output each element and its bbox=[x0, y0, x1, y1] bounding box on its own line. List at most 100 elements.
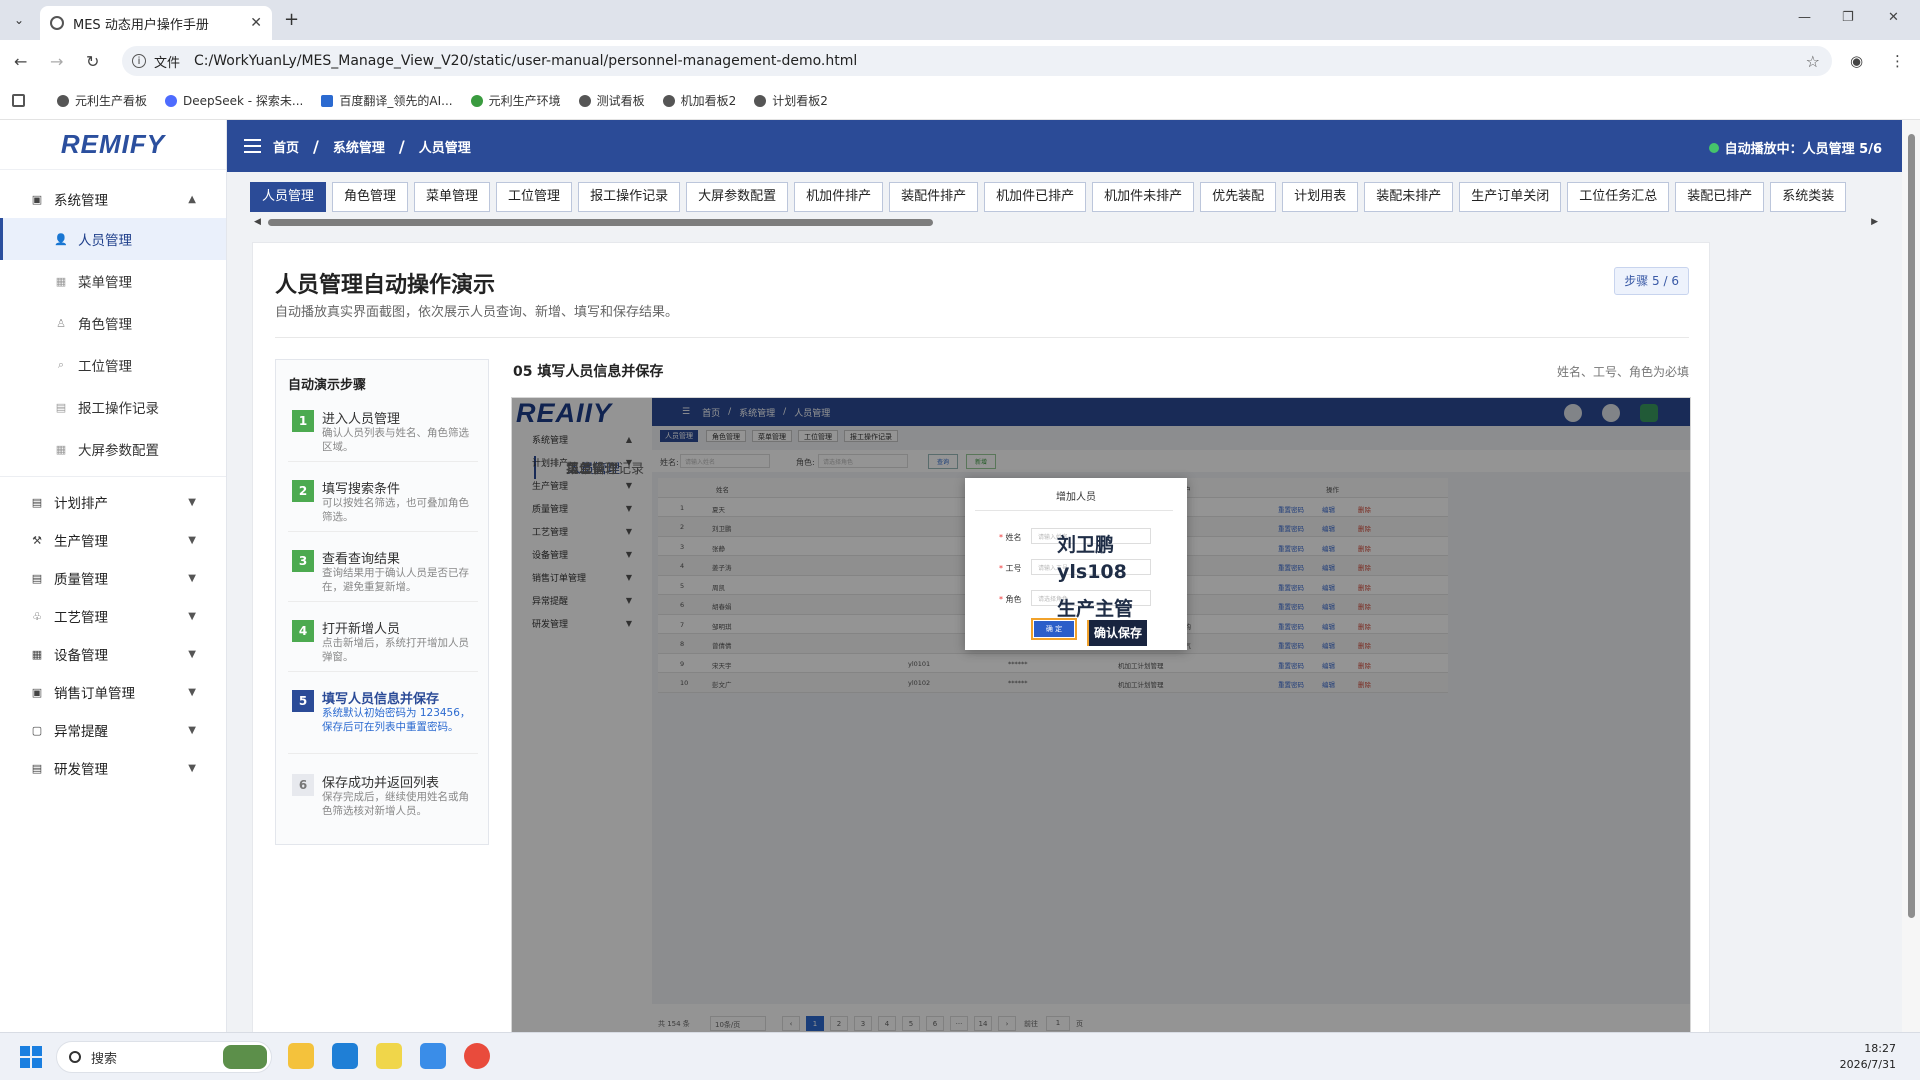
document-icon: ▤ bbox=[31, 571, 43, 585]
dialog-title: 增加人员 bbox=[1056, 492, 1096, 503]
step-title: 打开新增人员 bbox=[322, 622, 401, 637]
step-desc: 确认人员列表与姓名、角色筛选区域。 bbox=[322, 427, 469, 453]
sidebar-group-alerts[interactable]: ▢ 异常提醒 ▼ bbox=[0, 711, 226, 749]
new-tab-icon[interactable]: + bbox=[284, 9, 299, 30]
bookmark-item[interactable]: 元利生产看板 bbox=[57, 92, 147, 109]
step-item[interactable]: 3 查看查询结果 查询结果用于确认人员是否已存在，避免重复新增。 bbox=[288, 542, 478, 602]
scroll-left-arrow-icon[interactable]: ◀ bbox=[254, 217, 261, 227]
chrome-icon[interactable] bbox=[464, 1043, 490, 1069]
step-item[interactable]: 1 进入人员管理 确认人员列表与姓名、角色筛选区域。 bbox=[288, 402, 478, 462]
tab-list-chevron-icon[interactable]: ⌄ bbox=[8, 9, 30, 31]
tab-item[interactable]: 菜单管理 bbox=[414, 182, 491, 212]
sidebar-item-personnel[interactable]: 👤 人员管理 bbox=[0, 218, 226, 260]
apps-grid-icon[interactable] bbox=[12, 94, 39, 107]
sidebar-group-system[interactable]: ▣ 系统管理 ▲ bbox=[0, 180, 226, 218]
step-title: 查看查询结果 bbox=[322, 552, 401, 567]
tab-item[interactable]: 机加件排产 bbox=[794, 182, 884, 212]
profile-icon[interactable]: ◉ bbox=[1850, 52, 1863, 70]
info-icon[interactable]: i bbox=[132, 54, 146, 68]
sidebar-item-station[interactable]: ⌕ 工位管理 bbox=[0, 344, 226, 386]
step-item-current[interactable]: 5 填写人员信息并保存 系统默认初始密码为 123456，保存后可在列表中重置密码。 bbox=[288, 682, 478, 754]
hamburger-menu-icon[interactable] bbox=[244, 139, 261, 153]
url-text[interactable]: C:/WorkYuanLy/MES_Manage_View_V20/static… bbox=[194, 53, 857, 69]
grid-icon: ▦ bbox=[55, 274, 67, 288]
sidebar-group-rnd[interactable]: ▤ 研发管理 ▼ bbox=[0, 749, 226, 787]
tab-item[interactable]: 生产订单关闭 bbox=[1459, 182, 1562, 212]
tab-item[interactable]: 装配件排产 bbox=[889, 182, 979, 212]
tab-item[interactable]: 大屏参数配置 bbox=[686, 182, 789, 212]
windows-start-icon[interactable] bbox=[20, 1046, 42, 1068]
tabs-scrollbar[interactable]: ◀ ▶ bbox=[250, 216, 1880, 228]
tab-item[interactable]: 角色管理 bbox=[332, 182, 409, 212]
tab-item[interactable]: 人员管理 bbox=[250, 182, 327, 212]
person-icon: ♙ bbox=[56, 316, 66, 330]
sidebar-item-menu[interactable]: ▦ 菜单管理 bbox=[0, 260, 226, 302]
search-icon bbox=[69, 1051, 81, 1063]
sidebar-item-report-log[interactable]: ▤ 报工操作记录 bbox=[0, 386, 226, 428]
taskbar-search[interactable]: 搜索 bbox=[56, 1041, 272, 1073]
step-item[interactable]: 6 保存成功并返回列表 保存完成后，继续使用姓名或角色筛选核对新增人员。 bbox=[288, 766, 478, 826]
restore-icon[interactable]: ❐ bbox=[1842, 10, 1854, 25]
minimize-icon[interactable]: — bbox=[1798, 10, 1811, 25]
sidebar-group-equipment[interactable]: ▦ 设备管理 ▼ bbox=[0, 635, 226, 673]
sidebar-group-quality[interactable]: ▤ 质量管理 ▼ bbox=[0, 559, 226, 597]
system-clock[interactable]: 18:27 2026/7/31 bbox=[1840, 1041, 1896, 1073]
tab-item[interactable]: 装配已排产 bbox=[1675, 182, 1765, 212]
top-header: 首页 / 系统管理 / 人员管理 自动播放中：人员管理 5/6 bbox=[227, 120, 1902, 172]
tab-item[interactable]: 系统类装 bbox=[1770, 182, 1847, 212]
tab-item[interactable]: 优先装配 bbox=[1200, 182, 1277, 212]
tab-item[interactable]: 工位管理 bbox=[496, 182, 573, 212]
bookmark-item[interactable]: 测试看板 bbox=[578, 92, 645, 109]
add-person-dialog: 增加人员 * 姓名 请输入姓名 刘卫鹏 * 工号 请输入工号 yls108 * … bbox=[965, 478, 1187, 650]
sidebar-item-role[interactable]: ♙ 角色管理 bbox=[0, 302, 226, 344]
chevron-down-icon: ▼ bbox=[188, 648, 196, 660]
vscode-icon[interactable] bbox=[332, 1043, 358, 1069]
tab-item[interactable]: 计划用表 bbox=[1282, 182, 1359, 212]
bookmark-favicon-icon bbox=[470, 94, 483, 107]
sidebar-group-sales-order[interactable]: ▣ 销售订单管理 ▼ bbox=[0, 673, 226, 711]
snipping-tool-icon[interactable] bbox=[376, 1043, 402, 1069]
reload-icon[interactable]: ↻ bbox=[86, 52, 99, 71]
tab-item[interactable]: 机加件未排产 bbox=[1092, 182, 1195, 212]
close-window-icon[interactable]: ✕ bbox=[1888, 10, 1899, 25]
breadcrumb-home[interactable]: 首页 bbox=[273, 137, 299, 156]
tab-item[interactable]: 装配未排产 bbox=[1364, 182, 1454, 212]
chevron-down-icon: ▼ bbox=[188, 610, 196, 622]
bookmark-item[interactable]: 百度翻译_领先的AI... bbox=[321, 92, 453, 109]
bookmark-item[interactable]: 计划看板2 bbox=[754, 92, 828, 109]
scrollbar-thumb[interactable] bbox=[1908, 134, 1915, 918]
page-scrollbar[interactable] bbox=[1902, 120, 1920, 1032]
step-badge: 步骤 5 / 6 bbox=[1614, 267, 1689, 295]
bookmark-item[interactable]: DeepSeek - 探索未... bbox=[165, 92, 303, 109]
bookmark-item[interactable]: 元利生产环境 bbox=[470, 92, 561, 109]
app-logo: REMIFY bbox=[0, 120, 226, 170]
step-number: 4 bbox=[292, 620, 314, 642]
url-field[interactable]: i 文件 C:/WorkYuanLy/MES_Manage_View_V20/s… bbox=[122, 46, 1832, 76]
sidebar-group-plan[interactable]: ▤ 计划排产 ▼ bbox=[0, 483, 226, 521]
step-number: 3 bbox=[292, 550, 314, 572]
app-icon[interactable] bbox=[420, 1043, 446, 1069]
scrollbar-thumb[interactable] bbox=[268, 219, 933, 226]
sidebar-group-process[interactable]: ♧ 工艺管理 ▼ bbox=[0, 597, 226, 635]
browser-tab[interactable]: MES 动态用户操作手册 ✕ bbox=[40, 6, 272, 40]
bookmark-star-icon[interactable]: ☆ bbox=[1806, 52, 1820, 71]
forward-icon[interactable]: → bbox=[50, 52, 63, 71]
bookmark-item[interactable]: 机加看板2 bbox=[662, 92, 736, 109]
menu-dots-icon[interactable]: ⋮ bbox=[1890, 52, 1905, 70]
page-subtitle: 自动播放真实界面截图，依次展示人员查询、新增、填写和保存结果。 bbox=[275, 305, 679, 320]
tab-item[interactable]: 机加件已排产 bbox=[984, 182, 1087, 212]
breadcrumb-system[interactable]: 系统管理 bbox=[333, 137, 385, 156]
tab-item[interactable]: 工位任务汇总 bbox=[1567, 182, 1670, 212]
step-desc: 点击新增后，系统打开增加人员弹窗。 bbox=[322, 637, 469, 663]
tab-item[interactable]: 报工操作记录 bbox=[578, 182, 681, 212]
close-tab-icon[interactable]: ✕ bbox=[250, 15, 262, 31]
step-item[interactable]: 4 打开新增人员 点击新增后，系统打开增加人员弹窗。 bbox=[288, 612, 478, 672]
scroll-right-arrow-icon[interactable]: ▶ bbox=[1871, 217, 1878, 227]
sidebar-group-production[interactable]: ⚒ 生产管理 ▼ bbox=[0, 521, 226, 559]
file-explorer-icon[interactable] bbox=[288, 1043, 314, 1069]
bookmark-favicon-icon bbox=[662, 94, 675, 107]
step-item[interactable]: 2 填写搜索条件 可以按姓名筛选，也可叠加角色筛选。 bbox=[288, 472, 478, 532]
back-icon[interactable]: ← bbox=[14, 52, 27, 71]
square-icon: ▢ bbox=[31, 723, 43, 737]
sidebar-item-screen-config[interactable]: ▦ 大屏参数配置 bbox=[0, 428, 226, 470]
